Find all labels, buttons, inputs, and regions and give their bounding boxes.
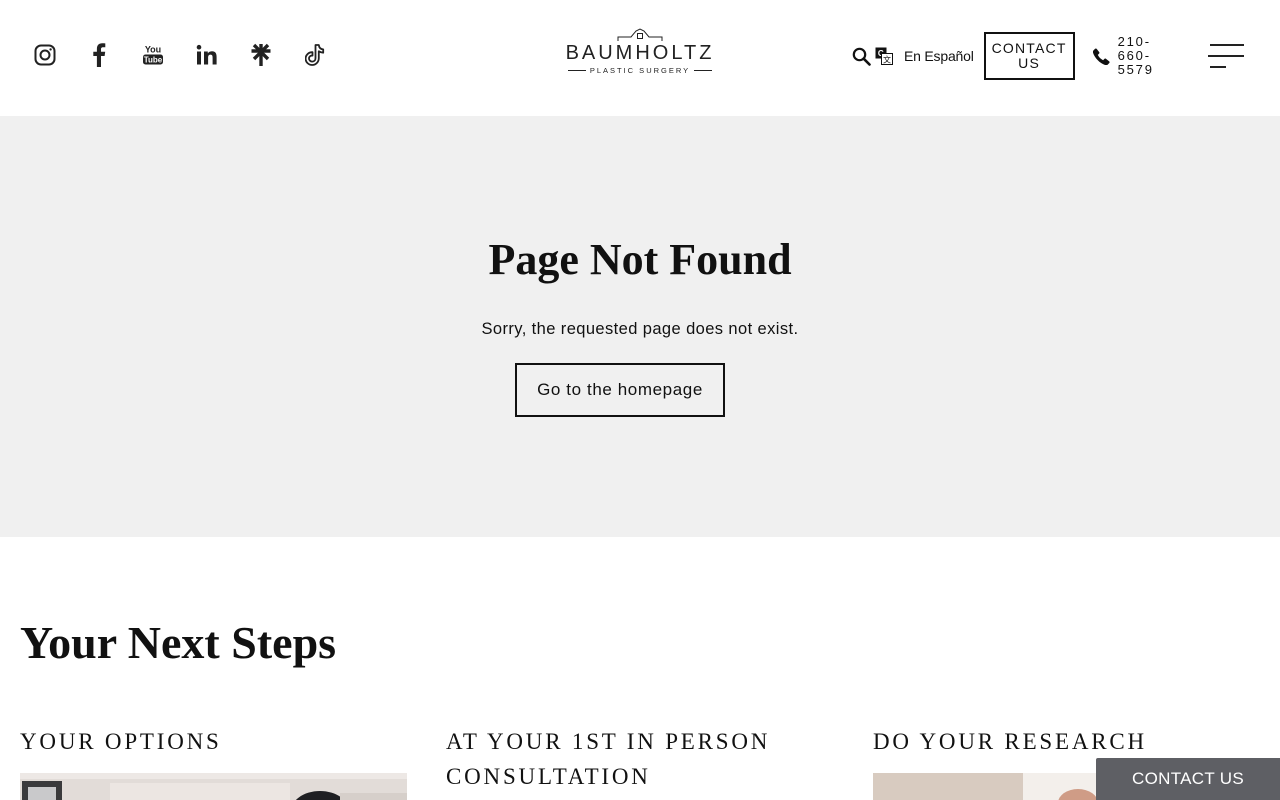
youtube-icon[interactable]: You Tube — [138, 40, 168, 70]
phone-icon — [1092, 48, 1110, 65]
header-utilities: G文 En Español CONTACT US 210-660-5579 — [850, 32, 1164, 80]
logo-tagline-text: PLASTIC SURGERY — [589, 66, 691, 75]
logo-tagline: PLASTIC SURGERY — [562, 66, 718, 75]
instagram-icon[interactable] — [30, 40, 60, 70]
logo-name: BAUMHOLTZ — [565, 42, 715, 64]
site-logo[interactable]: BAUMHOLTZ PLASTIC SURGERY — [562, 28, 718, 84]
hamburger-menu-icon[interactable] — [1208, 42, 1246, 70]
next-steps-title: Your Next Steps — [20, 617, 337, 668]
facebook-icon[interactable] — [84, 40, 114, 70]
site-header: YouTube BAUMHOLTZ PLASTIC SURGERY G文 En … — [0, 0, 1280, 116]
house-logo-icon — [617, 28, 663, 41]
social-links: You Tube — [30, 40, 330, 70]
language-link[interactable]: En Español — [904, 48, 974, 64]
card-heading-consultation[interactable]: AT YOUR 1ST IN PERSON CONSULTATION — [446, 724, 846, 794]
search-icon[interactable] — [850, 45, 872, 67]
svg-text:文: 文 — [883, 55, 891, 65]
homepage-button[interactable]: Go to the homepage — [515, 363, 725, 417]
svg-text:You: You — [145, 45, 161, 55]
svg-text:Tube: Tube — [144, 56, 163, 65]
page-title: Page Not Found — [488, 235, 792, 284]
floating-contact-button[interactable]: CONTACT US — [1096, 758, 1280, 800]
contact-us-button[interactable]: CONTACT US — [983, 32, 1075, 80]
tiktok-icon[interactable] — [300, 40, 330, 70]
not-found-section: Page Not Found Sorry, the requested page… — [0, 116, 1280, 537]
translate-icon[interactable]: G文 — [874, 46, 894, 66]
linktree-icon[interactable] — [246, 40, 276, 70]
phone-number: 210-660-5579 — [1117, 34, 1154, 77]
not-found-message: Sorry, the requested page does not exist… — [481, 320, 799, 338]
phone-link[interactable]: 210-660-5579 — [1092, 34, 1164, 77]
card-image-options[interactable] — [20, 773, 407, 800]
card-heading-research[interactable]: DO YOUR RESEARCH — [873, 724, 1273, 759]
card-image-research[interactable] — [873, 773, 1096, 800]
linkedin-icon[interactable] — [192, 40, 222, 70]
card-heading-options[interactable]: YOUR OPTIONS — [20, 724, 420, 759]
